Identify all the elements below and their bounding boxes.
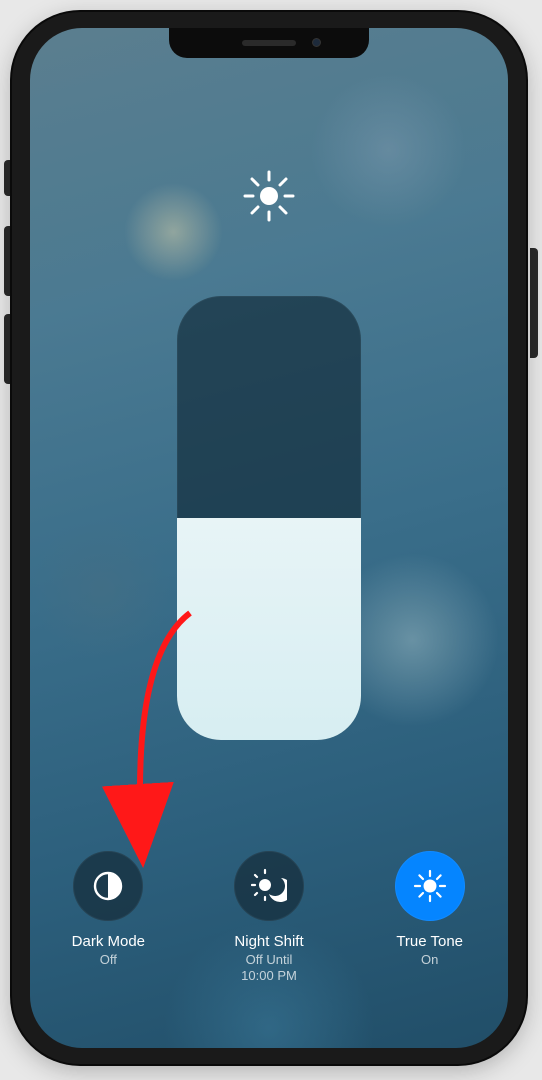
dark-mode-label: Dark Mode (72, 933, 145, 950)
night-shift-status: Off Until 10:00 PM (241, 952, 297, 985)
true-tone-control: True Tone On (375, 851, 484, 968)
phone-notch (169, 28, 369, 58)
night-shift-control: Night Shift Off Until 10:00 PM (215, 851, 324, 985)
brightness-slider-fill (177, 518, 361, 740)
brightness-icon (241, 168, 297, 224)
night-shift-label: Night Shift (234, 933, 303, 950)
dark-mode-control: Dark Mode Off (54, 851, 163, 968)
true-tone-label: True Tone (396, 933, 463, 950)
night-shift-button[interactable] (234, 851, 304, 921)
true-tone-icon (412, 868, 448, 904)
brightness-slider[interactable] (177, 296, 361, 740)
display-controls-row: Dark Mode Off (30, 851, 508, 985)
true-tone-status: On (421, 952, 438, 968)
earpiece-speaker (242, 40, 296, 46)
dark-mode-icon (91, 869, 125, 903)
phone-volume-down (4, 314, 12, 384)
control-center-brightness-panel: Dark Mode Off (30, 28, 508, 1048)
dark-mode-button[interactable] (73, 851, 143, 921)
phone-screen: Dark Mode Off (30, 28, 508, 1048)
phone-volume-up (4, 226, 12, 296)
phone-frame: Dark Mode Off (12, 12, 526, 1064)
sun-icon (241, 168, 297, 224)
front-camera (312, 38, 321, 47)
true-tone-button[interactable] (395, 851, 465, 921)
phone-mute-switch (4, 160, 12, 196)
phone-power-button (530, 248, 538, 358)
dark-mode-status: Off (100, 952, 117, 968)
night-shift-icon (251, 868, 287, 904)
